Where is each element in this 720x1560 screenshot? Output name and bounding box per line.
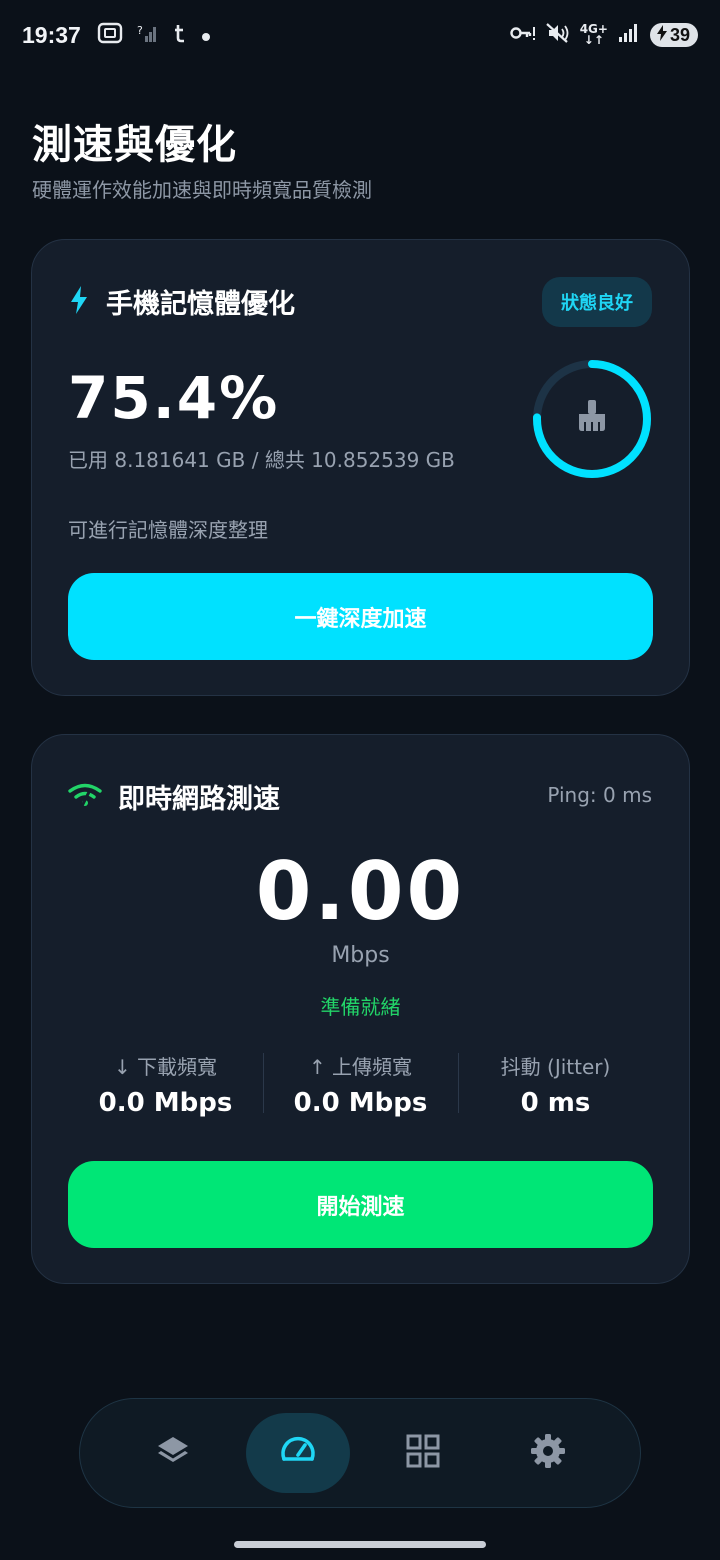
mute-icon [545,22,570,49]
signal-icon [618,23,640,48]
nav-item-layers[interactable] [121,1413,225,1493]
jitter-label: 抖動 (Jitter) [500,1055,611,1079]
screen: 19:37 ? 4G+ ↓↑ 39 測速與優化 硬體運作效能加速與即時頻寬品質檢… [0,0,720,1560]
ping-label: Ping: 0 ms [547,783,652,807]
svg-text:?: ? [137,24,143,37]
status-left-icons: ? [97,22,211,49]
download-label: ↓ 下載頻寬 [113,1055,218,1079]
memory-usage-text: 已用 8.181641 GB / 總共 10.852539 GB [68,448,455,472]
memory-card-header: 手機記憶體優化 [68,282,295,321]
nav-item-grid[interactable] [371,1413,475,1493]
download-stat: ↓ 下載頻寬 0.0 Mbps [68,1051,263,1118]
speed-status: 準備就緒 [320,995,401,1019]
status-time: 19:37 [22,21,81,48]
speed-card-header: 即時網路測速 [68,777,280,816]
memory-percent: 75.4% [68,364,280,432]
page-subtitle: 硬體運作效能加速與即時頻寬品質檢測 [32,178,372,202]
memory-card-title: 手機記憶體優化 [106,289,295,320]
battery-bolt-icon [656,25,668,45]
start-speed-test-button[interactable]: 開始測速 [68,1161,653,1248]
t-app-icon [173,22,187,49]
network-arrows: ↓↑ [583,33,604,47]
memory-ring [531,358,653,480]
page-title: 測速與優化 [32,122,237,168]
battery-charging-icon: 39 [649,23,698,47]
status-right-icons: 4G+ ↓↑ 39 [510,22,698,49]
upload-stat: ↑ 上傳頻寬 0.0 Mbps [263,1051,458,1118]
broom-icon [579,400,605,431]
vpn-key-icon [510,23,536,48]
dot-icon [201,23,211,47]
speed-card-title: 即時網路測速 [118,784,280,815]
gear-icon [529,1432,567,1474]
jitter-value: 0 ms [520,1088,591,1118]
speed-unit: Mbps [331,943,390,968]
nav-item-settings[interactable] [496,1413,600,1493]
download-value: 0.0 Mbps [98,1088,233,1118]
speed-test-card: 即時網路測速 Ping: 0 ms 0.00 Mbps 準備就緒 ↓ 下載頻寬 … [31,734,690,1284]
battery-level: 39 [669,24,690,45]
layers-icon [155,1433,191,1473]
upload-value: 0.0 Mbps [293,1088,428,1118]
network-type: 4G+ ↓↑ [580,23,608,47]
upload-label: ↑ 上傳頻寬 [308,1055,413,1079]
nav-item-speedometer[interactable] [245,1413,350,1493]
home-indicator[interactable] [234,1541,486,1548]
speed-value: 0.00 [255,845,466,938]
jitter-stat: 抖動 (Jitter) 0 ms [458,1051,653,1118]
deep-boost-button[interactable]: 一鍵深度加速 [68,573,653,660]
memory-hint: 可進行記憶體深度整理 [68,518,268,542]
status-badge: 狀態良好 [542,277,652,327]
no-signal-icon: ? [137,22,159,49]
wifi-signal-icon [68,782,102,812]
bottom-nav [79,1398,641,1508]
speedometer-icon [278,1431,318,1475]
bolt-icon [68,285,90,319]
status-bar: 19:37 ? 4G+ ↓↑ 39 [0,0,720,70]
grid-icon [405,1433,441,1473]
speed-stats-row: ↓ 下載頻寬 0.0 Mbps ↑ 上傳頻寬 0.0 Mbps 抖動 (Jitt… [68,1051,653,1118]
screenshot-icon [97,22,123,49]
memory-card: 手機記憶體優化 狀態良好 75.4% 已用 8.181641 GB / 總共 1… [31,239,690,696]
